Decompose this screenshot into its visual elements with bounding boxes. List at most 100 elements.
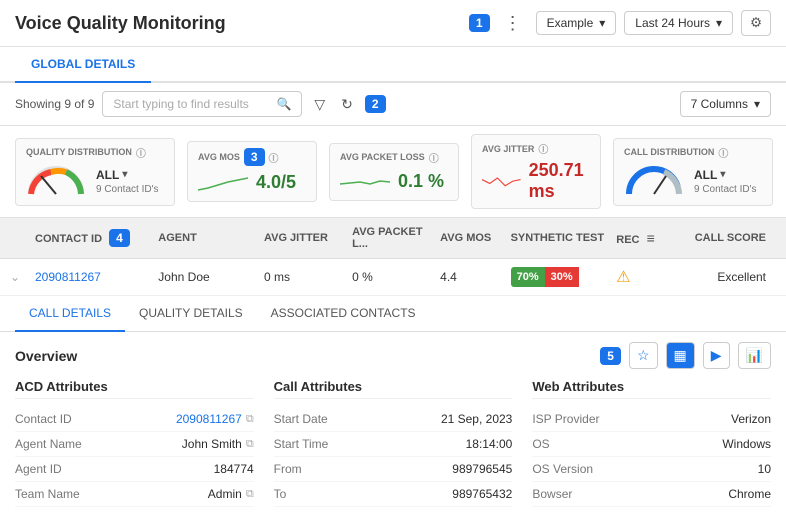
isp-value: Verizon: [731, 412, 771, 426]
attr-label: Agent ID: [15, 462, 62, 476]
chevron-down-icon: ▾: [122, 169, 127, 180]
acd-title: ACD Attributes: [15, 379, 254, 399]
info-icon: ⓘ: [429, 150, 439, 165]
jitter-value: 0 ms: [264, 270, 290, 284]
filter-icon-button[interactable]: ▽: [310, 94, 329, 115]
col-header-jitter: AVG JITTER: [264, 232, 352, 244]
quality-gauge: ALL ▾ 9 Contact ID's: [26, 164, 159, 199]
attr-label: OS Version: [532, 462, 593, 476]
avg-mos-value: 4.0/5: [256, 172, 296, 193]
tab-associated-contacts[interactable]: ASSOCIATED CONTACTS: [257, 296, 430, 332]
agent-name: John Doe: [158, 270, 209, 284]
agent-name-value: John Smith: [182, 437, 242, 451]
os-version-value: 10: [758, 462, 771, 476]
chevron-down-icon: ▾: [599, 16, 605, 30]
overview-row: Overview 5 ☆ ▦ ▶ 📊: [15, 342, 771, 369]
overview-title: Overview: [15, 348, 77, 364]
avg-jitter-card: AVG JITTER ⓘ 250.71 ms: [471, 134, 601, 209]
menu-icon[interactable]: ≡: [647, 230, 655, 246]
browser-value: Chrome: [728, 487, 771, 501]
expand-icon[interactable]: ⌄: [10, 270, 20, 284]
badge-4: 4: [109, 229, 130, 247]
call-details-panel: Overview 5 ☆ ▦ ▶ 📊 ACD Attributes Contac…: [0, 332, 786, 517]
star-button[interactable]: ☆: [629, 342, 658, 369]
start-time-value: 18:14:00: [466, 437, 513, 451]
filter-button[interactable]: ⚙: [741, 10, 771, 36]
badge-3: 3: [244, 148, 265, 166]
call-score: Excellent: [717, 270, 766, 284]
col-header-rec: REC ≡: [616, 230, 678, 246]
badge-1: 1: [469, 14, 490, 32]
search-box[interactable]: Start typing to find results 🔍: [102, 91, 302, 117]
table-header: CONTACT ID 4 AGENT AVG JITTER AVG PACKET…: [0, 218, 786, 259]
attr-label: Agent Name: [15, 437, 82, 451]
copy-icon[interactable]: ⧉: [246, 438, 254, 451]
agent-id-value: 184774: [214, 462, 254, 476]
timerange-select[interactable]: Last 24 Hours ▾: [624, 11, 733, 35]
avg-mos-card: AVG MOS 3 ⓘ 4.0/5: [187, 141, 317, 202]
contact-id-value: 2090811267: [176, 412, 242, 426]
info-icon: ⓘ: [136, 145, 146, 160]
os-value: Windows: [722, 437, 771, 451]
toolbar: Showing 9 of 9 Start typing to find resu…: [0, 83, 786, 126]
team-name-value: Admin: [208, 487, 242, 501]
main-tab-bar: GLOBAL DETAILS: [0, 47, 786, 83]
web-attributes-section: Web Attributes ISP Provider Verizon OS W…: [532, 379, 771, 507]
copy-icon[interactable]: ⧉: [246, 413, 254, 426]
metrics-row: QUALITY DISTRIBUTION ⓘ ALL ▾ 9 Contact I…: [0, 126, 786, 218]
from-value: 989796545: [452, 462, 512, 476]
attr-label: OS: [532, 437, 549, 451]
chevron-down-icon: ▾: [716, 16, 722, 30]
call-dist-gauge: ALL ▾ 9 Contact ID's: [624, 164, 757, 199]
columns-select[interactable]: 7 Columns ▾: [680, 91, 771, 117]
chart-button[interactable]: 📊: [738, 342, 771, 369]
attr-label: From: [274, 462, 302, 476]
tab-call-details[interactable]: CALL DETAILS: [15, 296, 125, 332]
header-controls: Example ▾ Last 24 Hours ▾ ⚙: [536, 10, 771, 36]
showing-count: Showing 9 of 9: [15, 97, 94, 111]
audio-button[interactable]: ▶: [703, 342, 730, 369]
attr-label: ISP Provider: [532, 412, 599, 426]
rec-icon: ⚠: [616, 269, 630, 286]
col-header-score: CALL SCORE: [678, 232, 776, 244]
table-view-button[interactable]: ▦: [666, 342, 695, 369]
overview-right: 5 ☆ ▦ ▶ 📊: [600, 342, 771, 369]
call-attributes-section: Call Attributes Start Date 21 Sep, 2023 …: [274, 379, 513, 507]
example-select[interactable]: Example ▾: [536, 11, 617, 35]
tab-global-details[interactable]: GLOBAL DETAILS: [15, 47, 151, 83]
attr-row-agent-id: Agent ID 184774: [15, 457, 254, 482]
info-icon: ⓘ: [538, 141, 548, 156]
col-header-packet: AVG PACKET L...: [352, 226, 440, 250]
call-distribution-card: CALL DISTRIBUTION ⓘ ALL ▾ 9 Contact ID's: [613, 138, 773, 206]
refresh-button[interactable]: ↻: [337, 94, 357, 115]
avg-packet-card: AVG PACKET LOSS ⓘ 0.1 %: [329, 143, 459, 201]
web-attr-title: Web Attributes: [532, 379, 771, 399]
attr-row-agent-name: Agent Name John Smith ⧉: [15, 432, 254, 457]
attr-row-start-date: Start Date 21 Sep, 2023: [274, 407, 513, 432]
search-icon: 🔍: [276, 97, 291, 111]
info-icon: ⓘ: [718, 145, 728, 160]
attr-label: Bowser: [532, 487, 572, 501]
page-title: Voice Quality Monitoring: [15, 13, 459, 34]
syn-green: 70%: [511, 267, 545, 287]
col-header-contact-id: CONTACT ID 4: [35, 231, 158, 245]
chevron-down-icon: ▾: [720, 169, 725, 180]
attr-row-to: To 989765432: [274, 482, 513, 507]
packet-value: 0 %: [352, 270, 373, 284]
search-placeholder: Start typing to find results: [113, 97, 248, 111]
tab-quality-details[interactable]: QUALITY DETAILS: [125, 296, 257, 332]
attr-label: Team Name: [15, 487, 80, 501]
attr-row-browser: Bowser Chrome: [532, 482, 771, 507]
table-row: ⌄ 2090811267 John Doe 0 ms 0 % 4.4 70% 3…: [0, 259, 786, 296]
badge-5: 5: [600, 347, 621, 365]
copy-icon[interactable]: ⧉: [246, 488, 254, 501]
app-header: Voice Quality Monitoring 1 ⋮ Example ▾ L…: [0, 0, 786, 47]
start-date-value: 21 Sep, 2023: [441, 412, 512, 426]
syn-red: 30%: [545, 267, 579, 287]
attr-row-start-time: Start Time 18:14:00: [274, 432, 513, 457]
contact-id-link[interactable]: 2090811267: [35, 270, 101, 284]
more-options-button[interactable]: ⋮: [500, 13, 526, 34]
col-header-agent: AGENT: [158, 232, 264, 244]
attr-row-isp: ISP Provider Verizon: [532, 407, 771, 432]
info-icon: ⓘ: [269, 150, 279, 165]
